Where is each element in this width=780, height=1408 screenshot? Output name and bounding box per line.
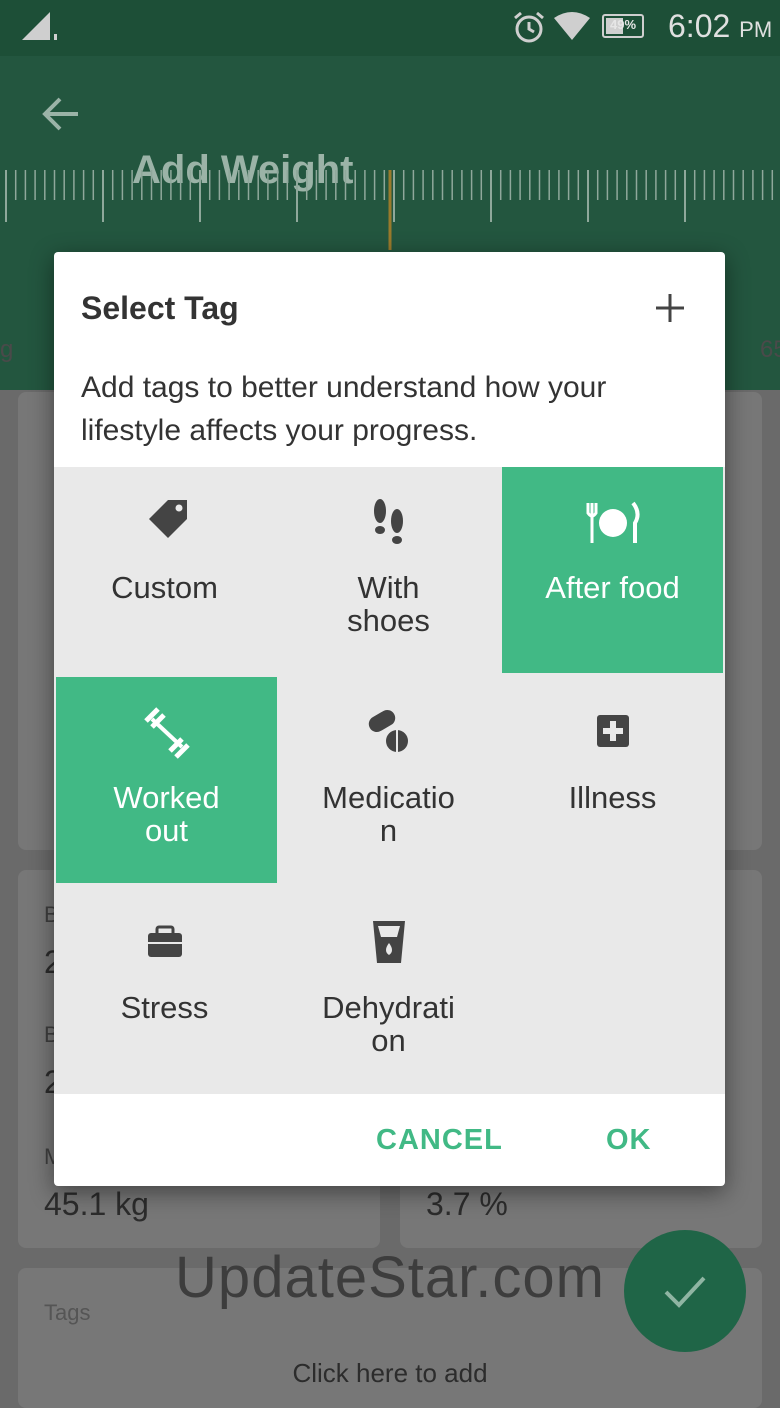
tag-label: Dehydrati on <box>322 990 455 1058</box>
clock-ampm: PM <box>739 17 773 42</box>
bone-value: 3.7 % <box>426 1186 508 1222</box>
tag-label: With shoes <box>347 570 430 638</box>
tag-label: Medicatio n <box>322 780 455 848</box>
check-icon <box>664 1276 706 1308</box>
tag-label: Worked out <box>113 780 220 848</box>
select-tag-dialog: Select Tag Add tags to better understand… <box>54 252 725 1186</box>
pills-icon <box>368 710 408 752</box>
ruler-unit: g <box>0 336 14 363</box>
back-arrow-icon[interactable] <box>40 94 82 134</box>
ok-button[interactable]: OK <box>606 1124 652 1157</box>
medical-cross-icon <box>597 715 629 747</box>
tag-custom[interactable]: Custom <box>54 467 275 673</box>
clock: 6:02 PM <box>668 8 772 45</box>
tag-with-shoes[interactable]: With shoes <box>278 467 499 673</box>
tag-label: After food <box>545 570 680 605</box>
cancel-button[interactable]: CANCEL <box>376 1124 503 1157</box>
dumbbell-icon <box>144 707 190 759</box>
tag-worked-out[interactable]: Worked out <box>56 677 277 883</box>
dialog-title: Select Tag <box>81 290 239 326</box>
clock-time: 6:02 <box>668 8 731 44</box>
tag-label: Illness <box>568 780 657 815</box>
tag-label: Stress <box>120 990 209 1025</box>
tag-dehydration[interactable]: Dehydrati on <box>278 887 499 1093</box>
status-bar: 49% 6:02 PM <box>0 0 780 56</box>
plate-cutlery-icon <box>586 501 640 543</box>
battery-icon: 49% <box>602 14 644 38</box>
dialog-description: Add tags to better understand how your l… <box>81 371 607 447</box>
weight-ruler[interactable] <box>0 170 780 250</box>
save-fab-button[interactable] <box>624 1230 746 1352</box>
tag-grid: Custom With shoes After food Worked out … <box>54 467 725 1094</box>
battery-level: 49% <box>609 17 637 32</box>
tag-illness[interactable]: Illness <box>502 677 723 883</box>
tag-after-food[interactable]: After food <box>502 467 723 673</box>
tags-hint: Click here to add <box>292 1358 488 1388</box>
water-glass-icon <box>373 921 405 963</box>
add-tag-icon[interactable] <box>650 288 690 328</box>
wifi-icon <box>554 12 590 40</box>
ruler-value-right: 65 <box>760 336 780 363</box>
tag-label: Custom <box>111 570 218 605</box>
footprints-icon <box>374 499 403 544</box>
briefcase-icon <box>148 925 182 957</box>
tag-icon <box>149 500 187 538</box>
tag-medication[interactable]: Medicatio n <box>278 677 499 883</box>
cell-signal-icon <box>22 12 57 40</box>
muscle-mass-value: 45.1 kg <box>44 1186 149 1222</box>
tag-stress[interactable]: Stress <box>54 887 275 1093</box>
alarm-icon <box>514 11 544 43</box>
